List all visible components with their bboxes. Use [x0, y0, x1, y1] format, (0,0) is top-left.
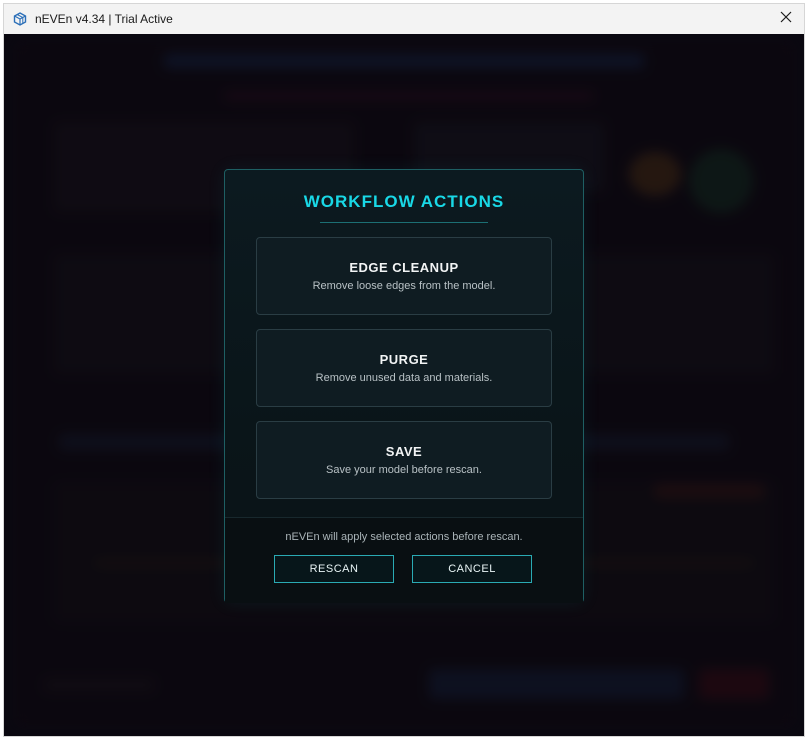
window-title: nEVEn v4.34 | Trial Active — [35, 12, 173, 26]
main-content: WORKFLOW ACTIONS EDGE CLEANUP Remove loo… — [4, 34, 804, 736]
edge-cleanup-card[interactable]: EDGE CLEANUP Remove loose edges from the… — [256, 237, 552, 315]
title-divider — [320, 222, 488, 223]
card-description: Remove loose edges from the model. — [312, 280, 496, 292]
dialog-footer: nEVEn will apply selected actions before… — [225, 517, 583, 603]
card-title: EDGE CLEANUP — [349, 260, 459, 275]
cube-icon — [13, 12, 27, 26]
workflow-actions-dialog: WORKFLOW ACTIONS EDGE CLEANUP Remove loo… — [224, 169, 584, 603]
close-icon — [780, 10, 792, 28]
footer-note: nEVEn will apply selected actions before… — [285, 531, 523, 543]
card-title: SAVE — [385, 444, 423, 459]
close-button[interactable] — [776, 9, 796, 29]
app-window: nEVEn v4.34 | Trial Active WORKFLOW ACTI… — [4, 4, 804, 736]
rescan-button[interactable]: RESCAN — [274, 555, 394, 583]
card-description: Save your model before rescan. — [326, 464, 482, 476]
cancel-button[interactable]: CANCEL — [412, 555, 532, 583]
purge-card[interactable]: PURGE Remove unused data and materials. — [256, 329, 552, 407]
card-title: PURGE — [379, 352, 429, 367]
dialog-title: WORKFLOW ACTIONS — [303, 192, 505, 211]
title-bar: nEVEn v4.34 | Trial Active — [4, 4, 804, 34]
card-description: Remove unused data and materials. — [315, 372, 493, 384]
save-card[interactable]: SAVE Save your model before rescan. — [256, 421, 552, 499]
